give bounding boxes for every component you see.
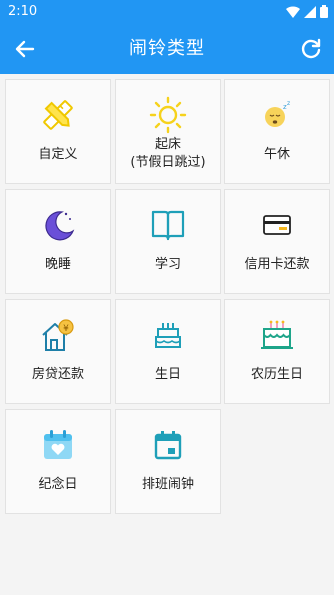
svg-text:z: z — [287, 100, 290, 107]
alarm-type-wakeup[interactable]: 起床 (节假日跳过) — [115, 79, 221, 184]
credit-card-icon — [225, 206, 329, 244]
birthday-cake-icon — [116, 316, 220, 354]
app-toolbar: 闹铃类型 — [0, 24, 334, 74]
label-line-2: (节假日跳过) — [130, 155, 206, 170]
refresh-icon[interactable] — [298, 36, 324, 62]
alarm-type-label: 起床 (节假日跳过) — [116, 136, 220, 172]
alarm-type-birthday[interactable]: 生日 — [115, 299, 221, 404]
battery-icon — [320, 5, 328, 18]
alarm-type-study[interactable]: 学习 — [115, 189, 221, 294]
alarm-type-label: 自定义 — [38, 147, 78, 162]
alarm-type-mortgage[interactable]: ¥ 房贷还款 — [5, 299, 111, 404]
calendar-icon — [116, 426, 220, 464]
moon-icon — [6, 206, 110, 244]
alarm-type-anniversary[interactable]: 纪念日 — [5, 409, 111, 514]
alarm-type-label: 学习 — [154, 257, 181, 272]
sun-icon — [116, 96, 220, 134]
sleepy-face-icon: z z — [225, 96, 329, 134]
alarm-type-late-sleep[interactable]: 晚睡 — [5, 189, 111, 294]
cake-candles-icon — [225, 316, 329, 354]
alarm-type-shift[interactable]: 排班闹钟 — [115, 409, 221, 514]
system-icons — [286, 5, 328, 18]
alarm-type-label: 排班闹钟 — [141, 477, 194, 492]
alarm-type-label: 晚睡 — [44, 257, 71, 272]
alarm-type-label: 生日 — [154, 367, 181, 382]
alarm-type-label: 信用卡还款 — [244, 257, 310, 272]
alarm-type-custom[interactable]: 自定义 — [5, 79, 111, 184]
pencil-ruler-icon — [6, 96, 110, 134]
open-book-icon — [116, 206, 220, 244]
signal-icon — [304, 5, 316, 18]
wifi-icon — [286, 5, 300, 18]
alarm-type-label: 农历生日 — [250, 367, 303, 382]
alarm-type-nap[interactable]: z z 午休 — [224, 79, 330, 184]
status-bar: 2:10 — [0, 0, 334, 24]
house-coin-icon: ¥ — [6, 316, 110, 354]
alarm-type-label: 纪念日 — [38, 477, 78, 492]
alarm-type-label: 午休 — [263, 147, 290, 162]
alarm-type-lunar-birthday[interactable]: 农历生日 — [224, 299, 330, 404]
page-title: 闹铃类型 — [129, 38, 205, 59]
alarm-type-credit-card[interactable]: 信用卡还款 — [224, 189, 330, 294]
alarm-type-label: 房贷还款 — [31, 367, 84, 382]
status-time: 2:10 — [8, 4, 38, 19]
svg-text:¥: ¥ — [63, 324, 69, 334]
calendar-heart-icon — [6, 426, 110, 464]
label-line-1: 起床 — [154, 137, 181, 152]
